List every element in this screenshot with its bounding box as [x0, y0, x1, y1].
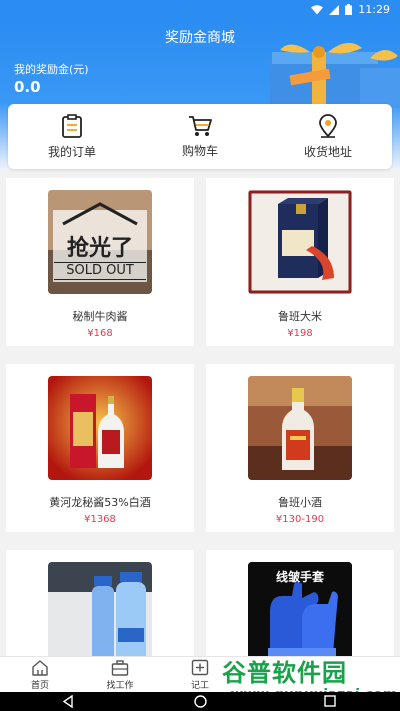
location-pin-icon [319, 113, 337, 138]
product-price: ¥130-190 [275, 514, 325, 525]
product-name: 鲁班小酒 [278, 496, 322, 509]
tab-home-label: 首页 [30, 681, 49, 691]
tab-home[interactable]: 首页 [10, 659, 70, 691]
product-image [48, 376, 152, 480]
battery-icon [345, 4, 353, 15]
cart-icon [189, 115, 212, 136]
my-orders-label: 我的订单 [47, 144, 96, 159]
tab-find-job-label: 找工作 [106, 681, 134, 691]
watermark-title: 谷普软件园 [222, 659, 347, 687]
product-image [248, 376, 352, 480]
sold-out-badge-en: SOLD OUT [54, 262, 146, 280]
product-card[interactable]: 黄河龙秘酱53%白酒 ¥1368 [6, 364, 194, 532]
cart-label: 购物车 [181, 143, 218, 158]
shipping-address-label: 收货地址 [303, 144, 352, 159]
product-price: ¥168 [87, 328, 113, 339]
home-circle-icon[interactable] [194, 695, 207, 708]
tab-find-job[interactable]: 找工作 [90, 659, 150, 691]
gift-box-illustration [270, 42, 400, 108]
home-icon [32, 660, 48, 676]
product-name: 鲁班大米 [278, 310, 322, 323]
product-name: 黄河龙秘酱53%白酒 [49, 496, 151, 509]
tab-record-work[interactable]: 记工 [170, 659, 230, 691]
product-image [248, 190, 352, 294]
product-name: 秘制牛肉酱 [72, 310, 128, 323]
back-icon[interactable] [62, 695, 74, 708]
status-time: 11:29 [358, 3, 390, 16]
product-image [48, 562, 152, 666]
status-bar: 11:29 [0, 0, 400, 20]
cart-button[interactable]: 购物车 [136, 104, 264, 169]
shipping-address-button[interactable]: 收货地址 [264, 104, 392, 169]
briefcase-icon [111, 660, 129, 676]
wifi-icon [311, 4, 324, 14]
plus-square-icon [191, 659, 209, 676]
product-card[interactable]: 抢光了 SOLD OUT 秘制牛肉酱 ¥168 [6, 178, 194, 346]
signal-icon [329, 4, 340, 15]
sold-out-badge-cn: 抢光了 [66, 236, 133, 261]
quick-actions: 我的订单 购物车 收货地址 [8, 104, 392, 169]
product-image-text: 线皱手套 [275, 570, 324, 584]
clipboard-icon [62, 113, 82, 138]
recents-icon[interactable] [324, 695, 336, 707]
tab-record-work-label: 记工 [190, 681, 209, 691]
system-nav-bar [0, 692, 400, 711]
product-card[interactable]: 鲁班小酒 ¥130-190 [206, 364, 394, 532]
balance-label: 我的奖励金(元) [14, 63, 89, 76]
product-price: ¥1368 [84, 514, 116, 525]
balance-value: 0.0 [14, 78, 41, 96]
product-image: 抢光了 SOLD OUT [48, 190, 152, 294]
product-card[interactable]: 鲁班大米 ¥198 [206, 178, 394, 346]
product-price: ¥198 [287, 328, 313, 339]
my-orders-button[interactable]: 我的订单 [8, 104, 136, 169]
